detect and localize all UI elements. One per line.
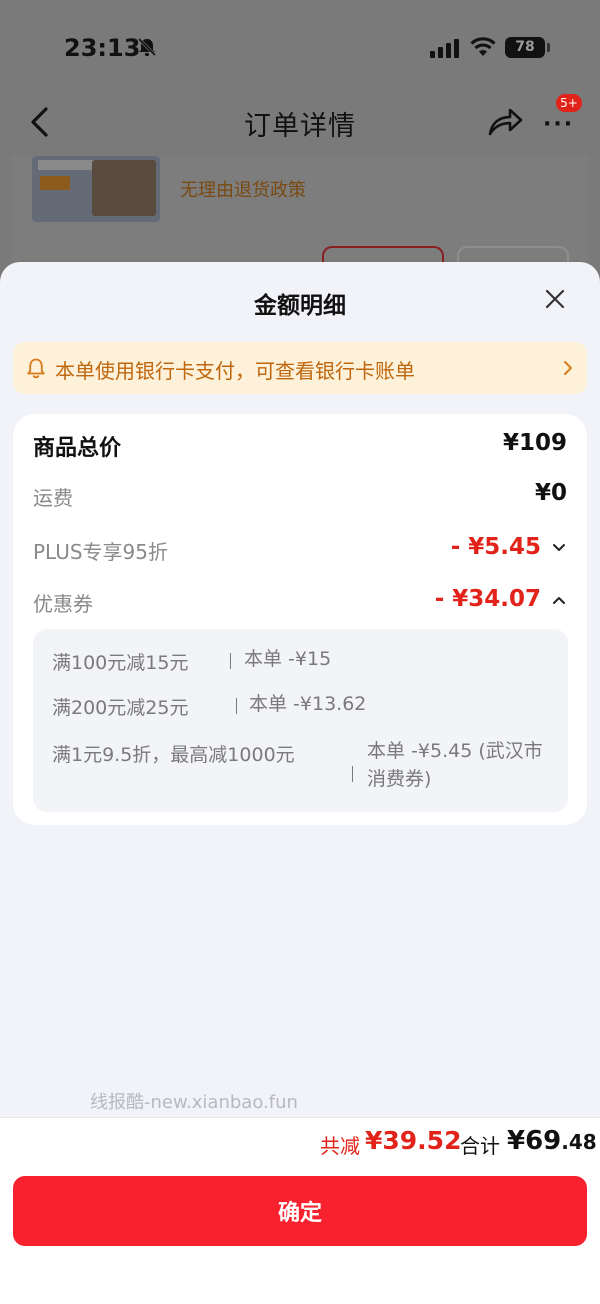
status-time: 23:13 [64, 34, 141, 62]
shipping-value: ¥0 [534, 480, 567, 506]
sheet-title: 金额明细 [254, 293, 346, 319]
order-product-card: 无理由退货政策 [12, 156, 588, 276]
thumbnail-price-tag [40, 176, 70, 190]
nav-bar: 订单详情 ··· 5+ [0, 94, 600, 154]
message-count-badge: 5+ [556, 94, 582, 112]
coupon-label: 优惠券 [33, 592, 93, 616]
total-integer: ¥69 [507, 1126, 562, 1156]
row-goods-total: 商品总价 ¥109 [33, 428, 567, 462]
watermark-text: 线报酷-new.xianbao.fun [90, 1092, 298, 1113]
total-value: ¥69.48 [507, 1126, 597, 1156]
shipping-label: 运费 [33, 486, 73, 510]
cellular-signal-icon [430, 39, 459, 58]
coupon-divider [230, 653, 231, 669]
coupon-divider [352, 766, 353, 782]
chevron-right-icon [564, 361, 572, 375]
total-decimal: .48 [561, 1130, 597, 1154]
row-shipping: 运费 ¥0 [33, 478, 567, 512]
goods-total-value: ¥109 [502, 430, 567, 456]
notice-text: 本单使用银行卡支付，可查看银行卡账单 [55, 359, 415, 383]
coupon-rule: 满1元9.5折，最高减1000元 [52, 744, 295, 766]
close-icon[interactable] [542, 286, 568, 312]
product-thumbnail [32, 156, 160, 222]
total-label: 合计 [460, 1134, 500, 1158]
saving-label: 共减 [320, 1134, 360, 1158]
coupon-breakdown: 满100元减15元 本单 -¥15 满200元减25元 本单 -¥13.62 满… [33, 629, 568, 812]
battery-nub [547, 43, 550, 52]
row-coupon[interactable]: 优惠券 - ¥34.07 [33, 584, 567, 618]
return-policy-text: 无理由退货政策 [180, 180, 306, 201]
plus-discount-value: - ¥5.45 [450, 534, 541, 560]
bell-icon [27, 358, 45, 379]
bank-card-notice[interactable]: 本单使用银行卡支付，可查看银行卡账单 [13, 342, 587, 394]
price-detail-card: 商品总价 ¥109 运费 ¥0 PLUS专享95折 - ¥5.45 优惠券 - … [13, 414, 587, 825]
more-options-icon[interactable]: ··· [543, 112, 574, 137]
coupon-rule: 满200元减25元 [52, 697, 189, 719]
goods-total-label: 商品总价 [33, 436, 122, 461]
chevron-down-icon[interactable] [551, 541, 567, 555]
checkout-footer: 共减 ¥39.52 合计 ¥69.48 确定 [0, 1117, 600, 1304]
wifi-icon [470, 37, 496, 56]
coupon-amount: 本单 -¥15 [244, 648, 332, 670]
chevron-up-icon[interactable] [551, 593, 567, 607]
share-icon[interactable] [486, 104, 524, 138]
status-bar: 23:13 78 [0, 0, 600, 96]
thumbnail-banner [38, 160, 96, 170]
row-plus-discount[interactable]: PLUS专享95折 - ¥5.45 [33, 532, 567, 566]
saving-value: ¥39.52 [365, 1126, 462, 1155]
confirm-button[interactable]: 确定 [13, 1176, 587, 1246]
coupon-rule: 满100元减15元 [52, 652, 189, 674]
battery-indicator: 78 [505, 37, 545, 58]
thumbnail-cat-image [92, 160, 156, 216]
coupon-divider [236, 698, 237, 714]
plus-discount-label: PLUS专享95折 [33, 540, 168, 564]
bell-muted-icon [137, 37, 157, 57]
coupon-amount: 本单 -¥5.45 (武汉市消费券) [367, 740, 543, 790]
coupon-amount: 本单 -¥13.62 [249, 693, 367, 715]
coupon-value: - ¥34.07 [434, 586, 541, 612]
